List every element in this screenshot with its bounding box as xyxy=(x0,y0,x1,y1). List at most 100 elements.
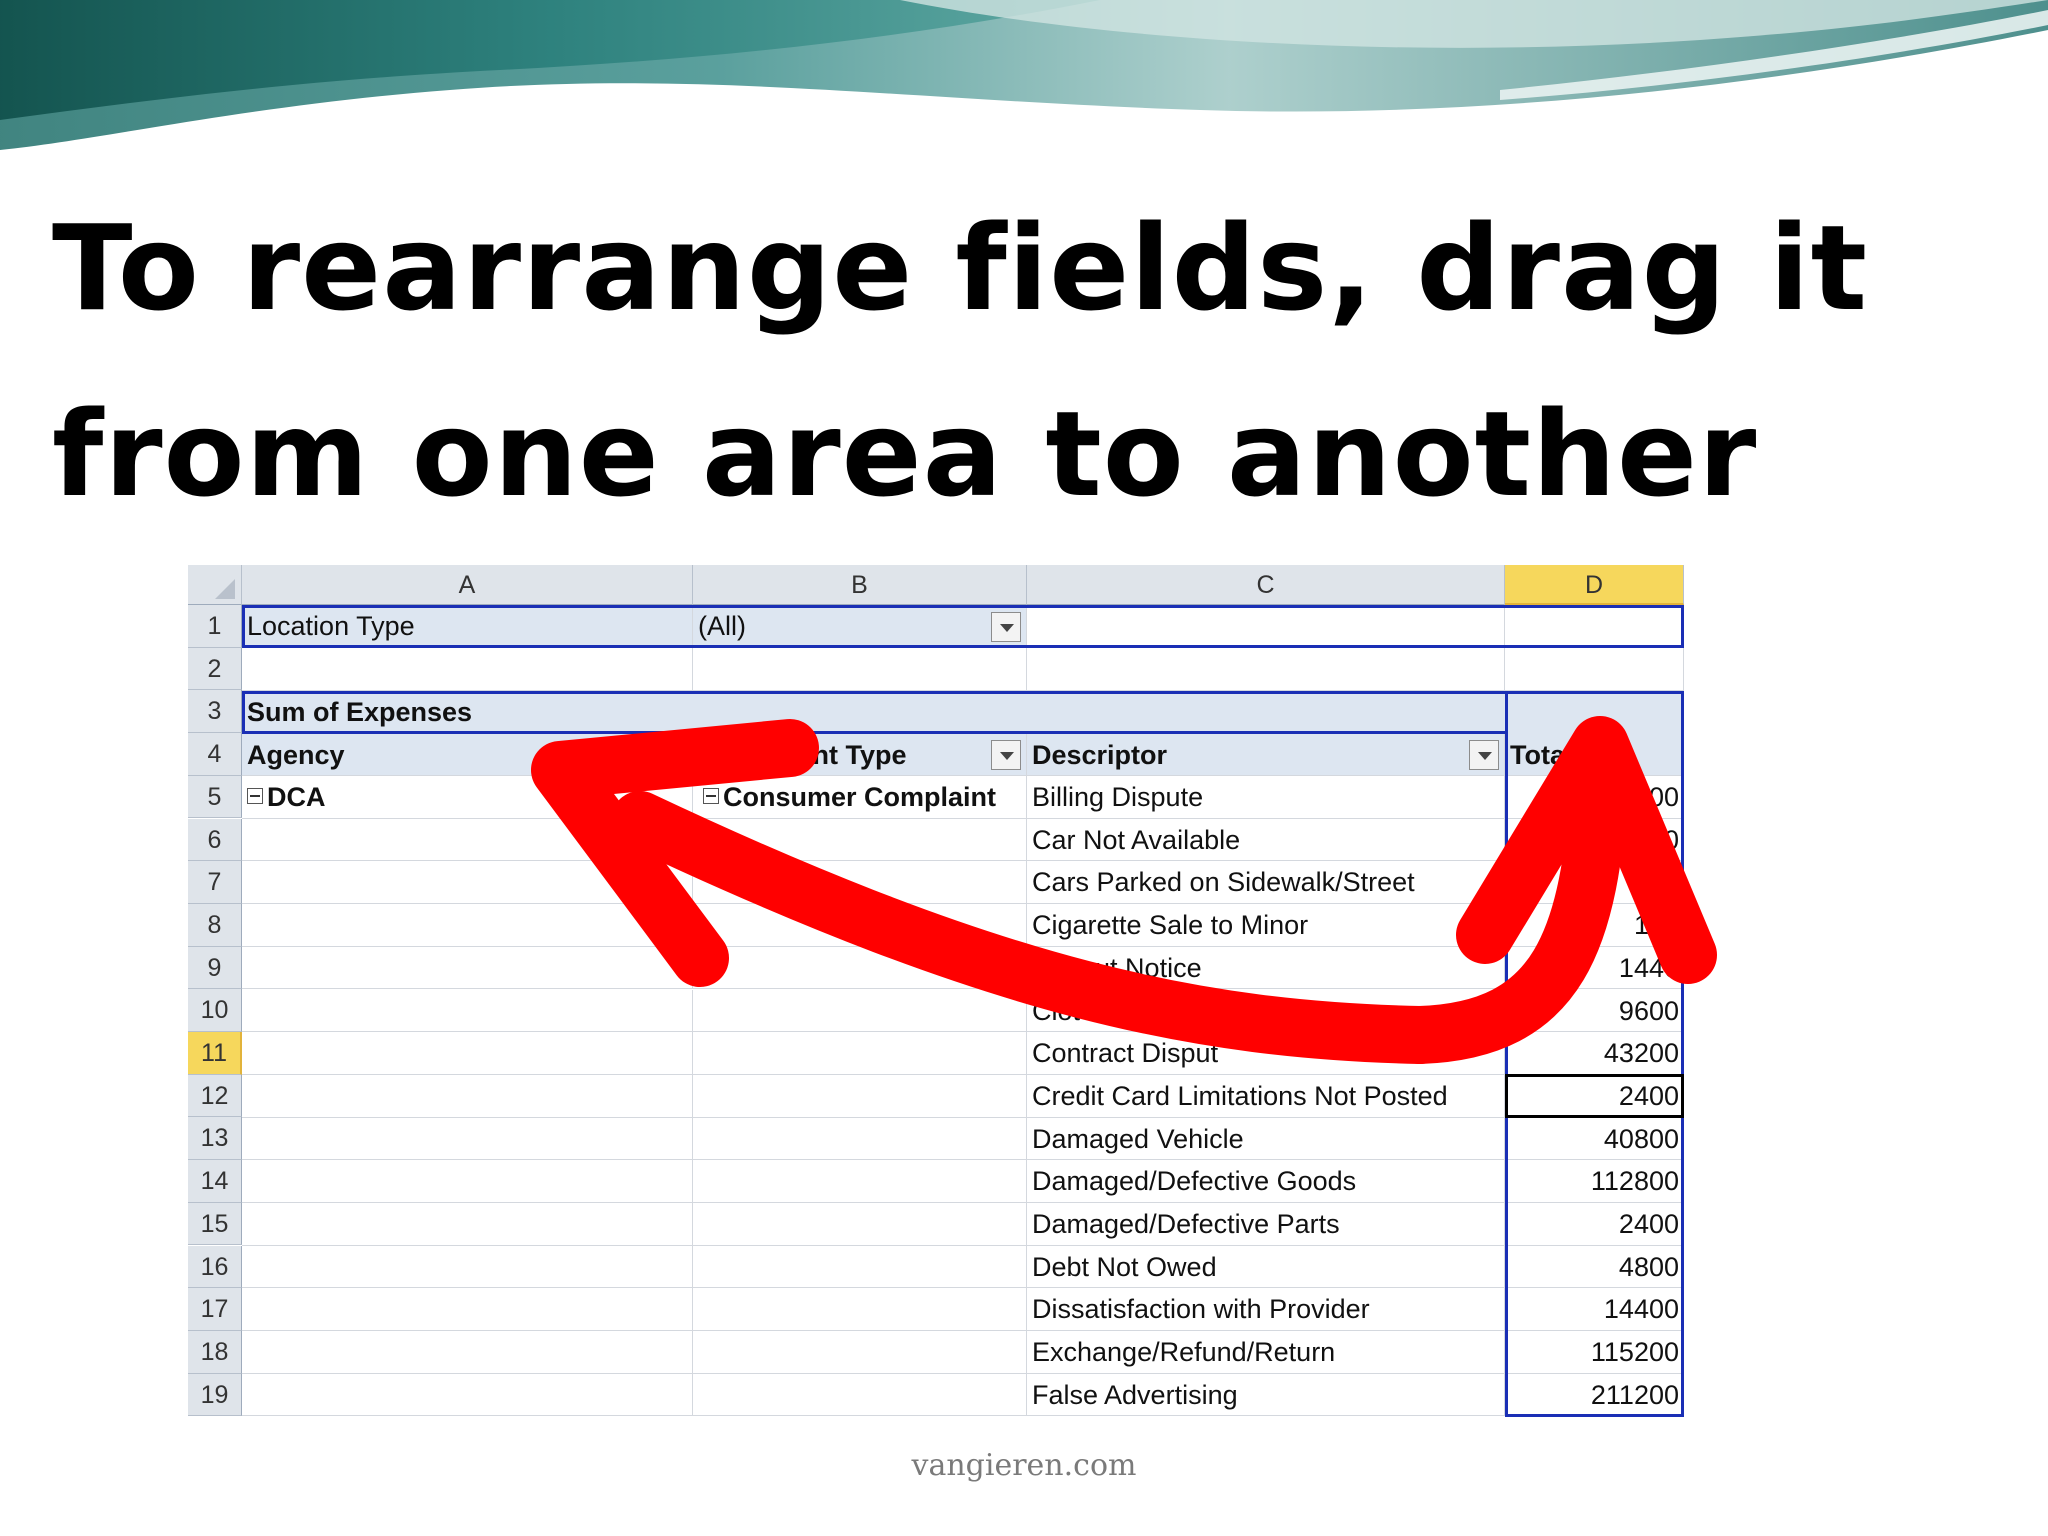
empty-cell[interactable] xyxy=(693,1160,1027,1203)
descriptor-cell[interactable]: Car Not Available xyxy=(1027,818,1505,862)
total-cell[interactable]: 300 xyxy=(1505,776,1684,819)
descriptor-cell[interactable]: Dissatisfaction with Provider xyxy=(1027,1288,1505,1332)
descriptor-cell[interactable]: Damaged/Defective Goods xyxy=(1027,1160,1505,1203)
complaint-type-header-cell[interactable]: int Type xyxy=(693,734,1027,776)
empty-cell[interactable] xyxy=(693,861,1027,905)
row-header-8[interactable]: 8 xyxy=(188,903,242,947)
total-cell[interactable]: 43200 xyxy=(1505,1032,1684,1075)
total-cell[interactable]: 40800 xyxy=(1505,1117,1684,1161)
empty-cell[interactable] xyxy=(242,1074,693,1118)
empty-cell[interactable] xyxy=(693,1032,1027,1075)
empty-cell[interactable] xyxy=(242,1203,693,1246)
filter-label-cell[interactable]: Location Type xyxy=(242,605,693,648)
agency-value-cell[interactable]: DCA xyxy=(242,776,693,819)
empty-cell[interactable] xyxy=(242,818,693,862)
empty-cell[interactable] xyxy=(693,1117,1027,1161)
empty-cell[interactable] xyxy=(693,1074,1027,1118)
row-header-12[interactable]: 12 xyxy=(188,1074,242,1118)
descriptor-cell[interactable]: Exchange/Refund/Return xyxy=(1027,1331,1505,1374)
empty-cell[interactable] xyxy=(242,989,693,1033)
total-cell[interactable]: 4800 xyxy=(1505,1245,1684,1289)
empty-cell[interactable] xyxy=(242,1288,693,1332)
empty-cell[interactable] xyxy=(242,1373,693,1417)
total-cell[interactable]: 112800 xyxy=(1505,1160,1684,1203)
total-header-cell[interactable]: Total xyxy=(1505,734,1684,776)
empty-cell[interactable] xyxy=(693,989,1027,1033)
row-header-4[interactable]: 4 xyxy=(188,733,242,776)
agency-header-cell[interactable]: Agency xyxy=(242,734,693,776)
row-header-13[interactable]: 13 xyxy=(188,1117,242,1161)
empty-cell[interactable] xyxy=(693,904,1027,947)
empty-cell[interactable] xyxy=(693,1288,1027,1332)
total-cell[interactable]: 9600 xyxy=(1505,989,1684,1033)
row-header-10[interactable]: 10 xyxy=(188,989,242,1032)
descriptor-dropdown-button[interactable] xyxy=(1469,740,1499,770)
empty-cell[interactable] xyxy=(693,1331,1027,1374)
row-header-3[interactable]: 3 xyxy=(188,690,242,734)
row-header-19[interactable]: 19 xyxy=(188,1373,242,1417)
descriptor-cell[interactable]: Damaged/Defective Parts xyxy=(1027,1203,1505,1246)
row-header-15[interactable]: 15 xyxy=(188,1202,242,1246)
row-header-14[interactable]: 14 xyxy=(188,1160,242,1203)
empty-cell[interactable] xyxy=(242,1032,693,1075)
total-cell[interactable]: 115200 xyxy=(1505,1331,1684,1374)
descriptor-cell[interactable]: without Notice xyxy=(1027,946,1505,990)
empty-cell[interactable] xyxy=(242,904,693,947)
empty-cell[interactable] xyxy=(242,1160,693,1203)
column-header-d[interactable]: D xyxy=(1505,565,1684,605)
empty-cell[interactable] xyxy=(242,1117,693,1161)
filter-value-cell[interactable]: (All) xyxy=(693,605,1027,648)
row-header-18[interactable]: 18 xyxy=(188,1330,242,1374)
descriptor-cell[interactable]: Contract Disput xyxy=(1027,1032,1505,1075)
empty-cell[interactable] xyxy=(693,818,1027,862)
row-header-9[interactable]: 9 xyxy=(188,946,242,990)
row-header-5[interactable]: 5 xyxy=(188,775,242,819)
column-header-a[interactable]: A xyxy=(242,565,693,605)
select-all-corner[interactable] xyxy=(188,565,242,605)
descriptor-cell[interactable]: Billing Dispute xyxy=(1027,776,1505,819)
cell-a2[interactable] xyxy=(242,648,693,691)
collapse-icon[interactable] xyxy=(247,787,263,804)
cell-d2[interactable] xyxy=(1505,648,1684,691)
data-field-cell[interactable]: Sum of Expenses xyxy=(242,691,1505,734)
total-cell[interactable]: 1440 xyxy=(1505,946,1684,990)
cell-c1[interactable] xyxy=(1027,605,1505,648)
total-cell[interactable]: 211200 xyxy=(1505,1373,1684,1417)
cell-d1[interactable] xyxy=(1505,605,1684,648)
column-header-c[interactable]: C xyxy=(1027,565,1505,605)
empty-cell[interactable] xyxy=(242,861,693,905)
cell-b2[interactable] xyxy=(693,648,1027,691)
descriptor-cell[interactable]: Clot xyxy=(1027,989,1505,1033)
descriptor-header-cell[interactable]: Descriptor xyxy=(1027,734,1505,776)
row-header-7[interactable]: 7 xyxy=(188,861,242,904)
collapse-icon[interactable] xyxy=(703,787,719,804)
descriptor-cell[interactable]: False Advertising xyxy=(1027,1373,1505,1417)
row-header-17[interactable]: 17 xyxy=(188,1288,242,1331)
empty-cell[interactable] xyxy=(242,1331,693,1374)
empty-cell[interactable] xyxy=(693,946,1027,990)
empty-cell[interactable] xyxy=(242,946,693,990)
empty-cell[interactable] xyxy=(693,1373,1027,1417)
filter-dropdown-button[interactable] xyxy=(991,612,1021,642)
cell-c2[interactable] xyxy=(1027,648,1505,691)
total-cell[interactable]: 2400 xyxy=(1505,1203,1684,1246)
cell-grid[interactable]: Location Type (All) Sum of Expenses Agen… xyxy=(242,605,1688,1417)
complaint-type-value-cell[interactable]: Consumer Complaint xyxy=(693,776,1027,819)
row-header-11[interactable]: 11 xyxy=(188,1032,242,1075)
row-header-6[interactable]: 6 xyxy=(188,818,242,862)
descriptor-cell[interactable]: Cigarette Sale to Minor xyxy=(1027,904,1505,947)
total-cell[interactable]: 120 xyxy=(1505,904,1684,947)
column-header-b[interactable]: B xyxy=(693,565,1027,605)
descriptor-cell[interactable]: Debt Not Owed xyxy=(1027,1245,1505,1289)
descriptor-cell[interactable]: Cars Parked on Sidewalk/Street xyxy=(1027,861,1505,905)
empty-cell[interactable] xyxy=(693,1203,1027,1246)
descriptor-cell[interactable]: Credit Card Limitations Not Posted xyxy=(1027,1074,1505,1118)
row-header-1[interactable]: 1 xyxy=(188,605,242,648)
row-header-16[interactable]: 16 xyxy=(188,1245,242,1289)
total-cell[interactable] xyxy=(1505,861,1684,905)
agency-dropdown-button[interactable] xyxy=(657,740,687,770)
total-cell[interactable]: 14400 xyxy=(1505,1288,1684,1332)
descriptor-cell[interactable]: Damaged Vehicle xyxy=(1027,1117,1505,1161)
total-cell[interactable]: 2400 xyxy=(1505,1074,1684,1118)
complaint-type-dropdown-button[interactable] xyxy=(991,740,1021,770)
